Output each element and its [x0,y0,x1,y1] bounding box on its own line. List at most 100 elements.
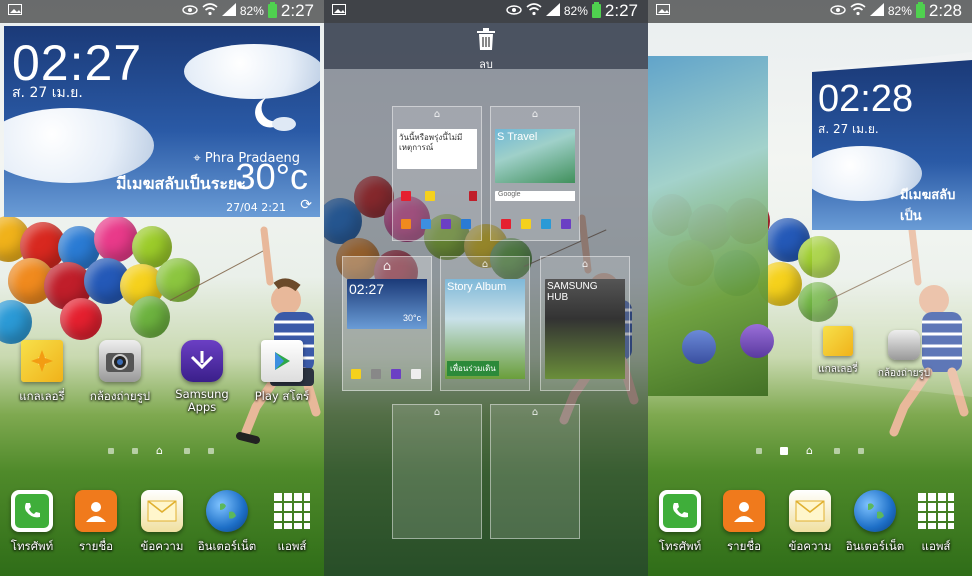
signal-icon [545,3,560,19]
empty-page-slot[interactable]: ⌂ [392,404,482,539]
thumbnail-content: S Travel Google [495,123,575,236]
page-dot[interactable] [858,447,864,454]
weather-thumb-time: 02:27 [349,281,385,297]
widget-condition: มีเมฆสลับเป็นระยะ [116,174,246,193]
weather-clock-widget[interactable]: 02:28 ส. 27 เม.ย. มีเมฆสลับเป็น [812,60,972,230]
app-label: โทรศัพท์ [658,539,702,553]
app-label: รายชื่อ [78,539,114,553]
status-clock: 2:28 [928,1,962,20]
page-dot[interactable] [184,447,190,454]
status-bar: 82% 2:28 [648,0,972,23]
messages-icon [789,490,831,532]
home-edit-screen: 82% 2:27 ลบ ⌂ วันนี้หรือพรุ่งนี้ไม่มีเหต… [324,0,648,576]
phone-icon [659,490,701,532]
app-label: Play สโตร์ [254,389,310,403]
app-gallery[interactable]: แกลเลอรี่ [6,340,78,406]
story-album-title: Story Album [447,281,507,293]
page-dot[interactable] [132,447,138,454]
jumping-boy-image [236,226,321,444]
battery-icon [267,2,277,18]
app-gallery[interactable]: แกลเลอรี่ [808,326,868,377]
thumbnail-content: วันนี้หรือพรุ่งนี้ไม่มีเหตุการณ์ [397,123,477,236]
dock-phone[interactable]: โทรศัพท์ [648,490,716,556]
home-page-icon[interactable]: ⌂ [434,407,440,418]
widget-temperature: 30°c [235,156,308,197]
mini-app-icon [351,369,361,379]
widget-condition: มีเมฆสลับเป็น [900,188,956,224]
widget-updated-time: 27/04 2:21 [226,201,286,214]
delete-drop-zone[interactable]: ลบ [324,23,648,71]
thumbnail-content: SAMSUNG HUB [545,273,625,386]
app-camera[interactable]: กล้องถ่ายรูป [872,330,936,381]
internet-icon [206,490,248,532]
page-dot[interactable] [834,447,840,454]
samsung-apps-icon [181,340,223,382]
tilted-app-icon[interactable] [740,324,774,358]
mini-app-icon [371,369,381,379]
app-label: รายชื่อ [726,539,762,553]
balloon [0,300,32,344]
status-bar: 82% 2:27 [0,0,324,23]
gallery-icon [21,340,63,382]
refresh-icon[interactable]: ⟳ [300,197,312,213]
dock-messages[interactable]: ข้อความ [126,490,198,556]
app-label: กล้องถ่ายรูป [89,389,151,403]
app-label: กล้องถ่ายรูป [877,368,931,379]
eye-smart-stay-icon [182,4,198,18]
mini-app-icon [421,219,431,229]
app-camera[interactable]: กล้องถ่ายรูป [84,340,156,406]
status-bar: 82% 2:27 [324,0,648,23]
contacts-icon [75,490,117,532]
app-label: แอพส์ [921,539,951,553]
thumbnail-content: Story Album เพื่อนร่วมเดิน [445,273,525,386]
home-screen-1: 82% 2:27 02:27 ส. 27 เม.ย. ⌖ Phra Pradae… [0,0,324,576]
widget-date: ส. 27 เม.ย. [818,122,879,136]
page-thumbnail-4[interactable]: ⌂ Story Album เพื่อนร่วมเดิน [440,256,530,391]
home-page-icon[interactable]: ⌂ [806,445,816,456]
tilted-app-icon[interactable] [682,330,716,364]
weather-thumb-temp: 30°c [403,313,422,323]
page-thumbnail-1[interactable]: ⌂ วันนี้หรือพรุ่งนี้ไม่มีเหตุการณ์ [392,106,482,241]
app-label: ข้อความ [140,539,184,553]
home-page-icon[interactable]: ⌂ [434,109,440,120]
weather-clock-widget[interactable]: 02:27 ส. 27 เม.ย. ⌖ Phra Pradaeng มีเมฆส… [4,26,320,217]
page-thumbnail-2[interactable]: ⌂ S Travel Google [490,106,580,241]
dock-phone[interactable]: โทรศัพท์ [0,490,68,556]
page-dot[interactable] [780,446,788,455]
home-page-icon[interactable]: ⌂ [156,445,166,456]
page-dot[interactable] [108,447,114,454]
empty-page-slot[interactable]: ⌂ [490,404,580,539]
home-page-icon[interactable]: ⌂ [532,407,538,418]
app-play-store[interactable]: Play สโตร์ [246,340,318,406]
balloon [94,216,138,262]
page-indicator[interactable]: ⌂ [108,445,214,456]
home-page-icon[interactable]: ⌂ [383,259,391,274]
dock-apps[interactable]: แอพส์ [256,490,324,556]
page-dot[interactable] [208,447,214,454]
home-page-icon[interactable]: ⌂ [582,259,588,270]
thumbnail-content: 02:27 30°c [347,273,427,386]
page-thumbnail-3[interactable]: ⌂ 02:27 30°c [342,256,432,391]
app-samsung-apps[interactable]: Samsung Apps [166,340,238,414]
mini-app-icon [461,219,471,229]
battery-icon [915,2,925,18]
gallery-notification-icon [656,4,670,18]
dock-contacts[interactable]: รายชื่อ [60,490,132,556]
dock-internet[interactable]: อินเตอร์เน็ต [191,490,263,556]
page-dot[interactable] [756,447,762,454]
home-screen-transition: 82% 2:28 02:28 ส. 27 เม.ย. มีเมฆสลับเป็น… [648,0,972,576]
dock-contacts[interactable]: รายชื่อ [708,490,780,556]
app-label: Samsung Apps [175,387,229,414]
status-clock: 2:27 [280,1,314,20]
page-indicator[interactable]: ⌂ [756,445,864,456]
mini-app-icon [501,219,511,229]
mini-app-icon [561,219,571,229]
dock-apps[interactable]: แอพส์ [900,490,972,556]
signal-icon [221,3,236,19]
dock-messages[interactable]: ข้อความ [774,490,846,556]
home-page-icon[interactable]: ⌂ [532,109,538,120]
home-page-icon[interactable]: ⌂ [482,259,488,270]
eye-smart-stay-icon [506,4,522,18]
page-thumbnail-5[interactable]: ⌂ SAMSUNG HUB [540,256,630,391]
delete-label: ลบ [479,58,493,71]
